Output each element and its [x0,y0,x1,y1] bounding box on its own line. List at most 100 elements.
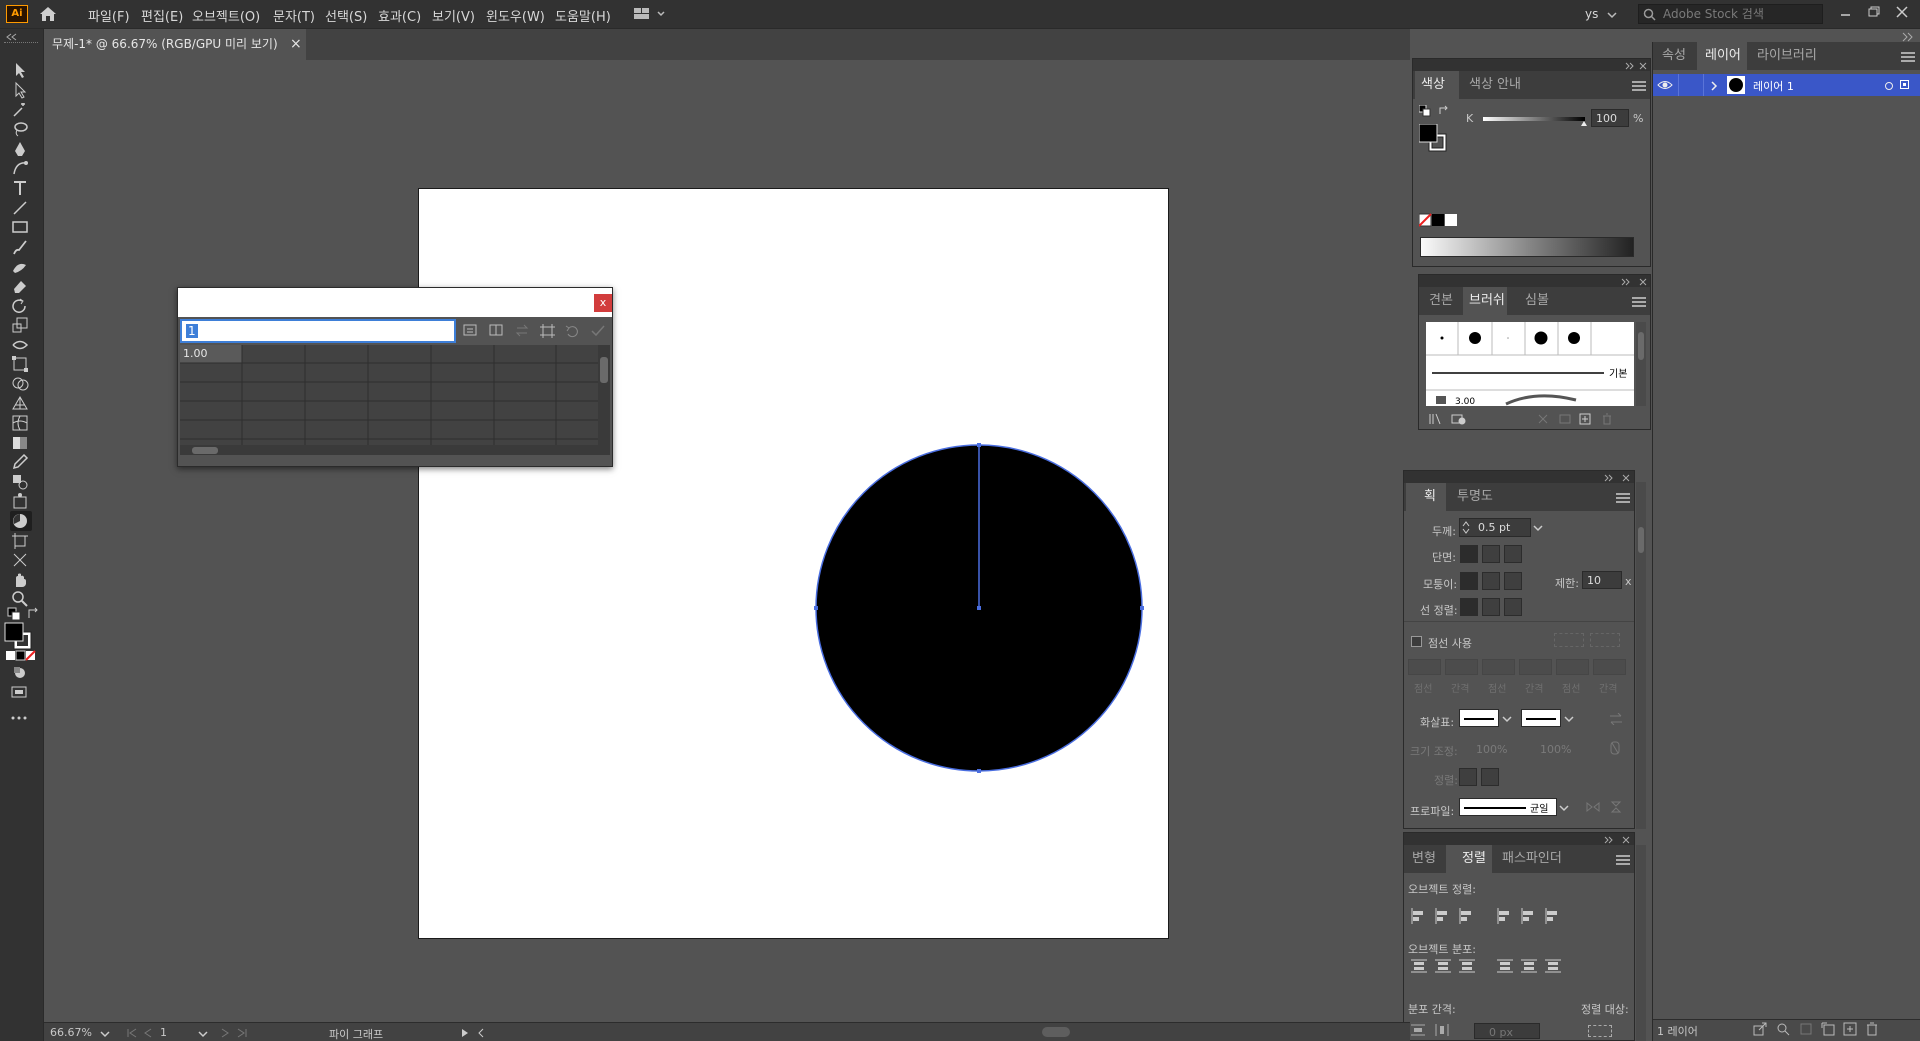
align-horizontal-center-icon[interactable] [1434,907,1452,925]
free-transform-tool-icon[interactable] [10,354,32,374]
menu-type[interactable]: 문자(T) [273,6,315,25]
panel-close-icon[interactable] [1621,472,1631,482]
panel-menu-icon[interactable] [1616,855,1630,865]
panel-close-icon[interactable] [1638,276,1648,286]
paintbrush-tool-icon[interactable] [10,237,32,257]
align-bottom-icon[interactable] [1544,907,1562,925]
panel-collapse-icon[interactable] [1602,472,1614,482]
miter-limit-input[interactable]: 10 [1582,571,1622,589]
tab-color[interactable]: 색상 [1415,71,1459,99]
align-outside-button[interactable] [1504,598,1522,616]
default-fill-stroke-icon[interactable] [6,606,22,622]
panel-close-icon[interactable] [1638,60,1648,70]
rectangle-tool-icon[interactable] [10,217,32,237]
distribute-vertical-center-icon[interactable] [1434,957,1452,975]
tab-transparency[interactable]: 투명도 [1457,483,1493,511]
close-window-icon[interactable] [1894,4,1910,20]
panel-collapse-icon[interactable] [1619,276,1631,286]
toolbar-collapse-icon[interactable] [4,31,18,41]
align-center-button[interactable] [1460,598,1478,616]
brush-options-icon[interactable] [1451,413,1467,425]
curvature-tool-icon[interactable] [10,158,32,178]
menu-help[interactable]: 도움말(H) [555,6,611,25]
bevel-join-button[interactable] [1504,572,1522,590]
slice-tool-icon[interactable] [10,550,32,570]
magic-wand-tool-icon[interactable] [10,100,32,120]
artboard-number[interactable]: 1 [160,1026,167,1039]
horizontal-scrollbar-thumb[interactable] [1042,1027,1070,1037]
align-panel-scrollbar[interactable] [1636,845,1646,1041]
tab-brushes[interactable]: 브러쉬 [1463,287,1507,315]
distribute-bottom-icon[interactable] [1458,957,1476,975]
panel-menu-icon[interactable] [1632,297,1646,307]
target-circle-icon[interactable] [1884,80,1894,90]
align-top-icon[interactable] [1496,907,1514,925]
end-arrow-select[interactable] [1521,709,1561,727]
shaper-tool-icon[interactable] [10,257,32,277]
swap-colors-icon[interactable] [1438,105,1450,117]
menu-select[interactable]: 선택(S) [325,6,367,25]
round-cap-button[interactable] [1482,545,1500,563]
layer-name[interactable]: 레이어 1 [1753,78,1794,94]
zoom-level[interactable]: 66.67% [50,1026,92,1039]
layer-row[interactable]: 레이어 1 [1653,74,1920,96]
import-data-icon[interactable] [462,323,480,339]
mesh-tool-icon[interactable] [10,413,32,433]
hand-tool-icon[interactable] [10,570,32,590]
tab-properties[interactable]: 속성 [1662,42,1686,70]
perspective-grid-tool-icon[interactable] [10,393,32,413]
toolbar-grip[interactable] [4,42,38,44]
panel-collapse-icon[interactable] [1602,834,1614,844]
color-spectrum-bar[interactable] [1420,237,1634,257]
miter-join-button[interactable] [1460,572,1478,590]
menu-view[interactable]: 보기(V) [432,6,475,25]
export-icon[interactable] [1753,1022,1767,1036]
eraser-tool-icon[interactable] [10,276,32,296]
dialog-title-bar[interactable] [178,288,612,317]
delete-layer-icon[interactable] [1865,1022,1879,1036]
weight-dropdown-icon[interactable] [1532,522,1544,532]
distribute-left-icon[interactable] [1496,957,1514,975]
scale-tool-icon[interactable] [10,315,32,335]
document-tab[interactable]: 무제-1* @ 66.67% (RGB/GPU 미리 보기) × [44,29,306,60]
distribute-horizontal-center-icon[interactable] [1520,957,1538,975]
projecting-cap-button[interactable] [1504,545,1522,563]
butt-cap-button[interactable] [1460,545,1478,563]
tab-stroke[interactable]: 획 [1406,483,1446,511]
brush-list-scrollbar[interactable] [1636,322,1646,406]
dashed-line-checkbox[interactable] [1411,636,1422,647]
round-join-button[interactable] [1482,572,1500,590]
panel-menu-icon[interactable] [1632,81,1646,91]
screen-mode-icon[interactable] [10,684,28,702]
workspace-switcher-icon[interactable] [634,7,666,21]
selection-indicator[interactable] [1900,80,1909,89]
profile-select[interactable]: 균일 [1459,798,1557,816]
chevron-down-icon[interactable] [100,1028,110,1038]
tab-symbols[interactable]: 심볼 [1525,287,1549,315]
tab-layers[interactable]: 레이어 [1697,42,1747,70]
direct-selection-tool-icon[interactable] [10,80,32,100]
tab-align[interactable]: 정렬 [1446,845,1492,873]
tab-swatches[interactable]: 견본 [1429,287,1453,315]
stroke-panel-scrollbar[interactable] [1636,482,1646,829]
panel-menu-icon[interactable] [1901,52,1915,62]
data-grid[interactable]: 1.00 [180,345,610,455]
distribute-right-icon[interactable] [1544,957,1562,975]
align-inside-button[interactable] [1482,598,1500,616]
pie-graph-object[interactable] [812,440,1148,776]
type-tool-icon[interactable] [10,178,32,198]
chevron-down-icon[interactable] [1564,713,1574,723]
distribute-top-icon[interactable] [1410,957,1428,975]
locate-object-icon[interactable] [1776,1022,1790,1036]
chevron-down-icon[interactable] [1607,9,1617,19]
tab-libraries[interactable]: 라이브러리 [1757,42,1817,70]
start-arrow-select[interactable] [1459,709,1499,727]
symbol-sprayer-tool-icon[interactable] [10,491,32,511]
weight-stepper-icon[interactable] [1461,520,1471,535]
align-vertical-center-icon[interactable] [1520,907,1538,925]
transpose-icon[interactable] [488,323,506,339]
chevron-down-icon[interactable] [198,1028,208,1038]
pie-graph-tool-icon[interactable] [10,511,32,531]
artboard-tool-icon[interactable] [10,531,32,551]
scroll-left-icon[interactable] [476,1027,486,1038]
